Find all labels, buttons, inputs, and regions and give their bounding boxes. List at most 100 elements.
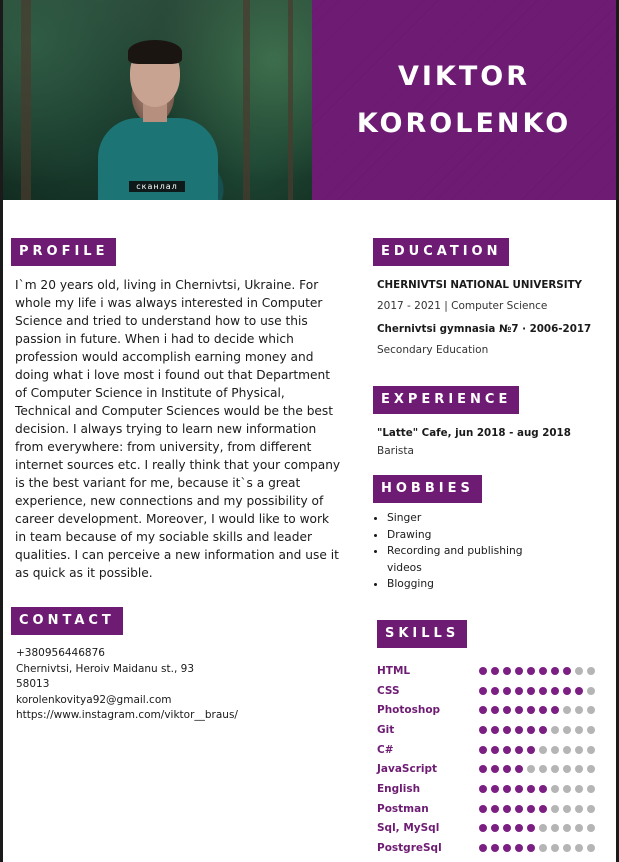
skill-dot-filled <box>539 725 547 734</box>
skill-dot-filled <box>539 706 547 715</box>
skill-dot-empty <box>563 745 571 754</box>
skill-dot-filled <box>551 706 559 715</box>
skill-dot-empty <box>563 706 571 715</box>
skill-name: Sql, MySql <box>377 822 440 835</box>
skill-dot-filled <box>527 745 535 754</box>
name-panel: VIKTOR KOROLENKO <box>312 0 616 200</box>
skill-dot-empty <box>551 824 559 833</box>
skill-name: Photoshop <box>377 704 441 717</box>
skill-dot-empty <box>551 844 559 853</box>
skill-dot-empty <box>551 784 559 793</box>
skill-dot-empty <box>575 804 583 813</box>
skill-dot-filled <box>491 824 499 833</box>
skill-name: English <box>377 782 421 795</box>
skill-dot-filled <box>575 686 583 695</box>
skill-name: C# <box>377 743 394 756</box>
skill-row: JavaScript <box>377 759 609 779</box>
skill-dot-empty <box>575 784 583 793</box>
skill-dot-empty <box>587 784 595 793</box>
skill-dot-filled <box>503 844 511 853</box>
skill-dot-empty <box>527 765 535 774</box>
education-institution: CHERNIVTSI NATIONAL UNIVERSITY <box>377 279 583 291</box>
skill-dot-empty <box>551 745 559 754</box>
skill-dot-filled <box>479 725 487 734</box>
skill-dot-empty <box>539 824 547 833</box>
skill-dot-filled <box>479 706 487 715</box>
contact-zip: 58013 <box>16 678 50 690</box>
skill-dot-empty <box>587 725 595 734</box>
skills-heading: SKILLS <box>377 620 468 648</box>
skill-level-dots <box>479 666 595 675</box>
skill-dot-filled <box>539 686 547 695</box>
skill-name: PostgreSql <box>377 842 442 855</box>
skill-dot-empty <box>575 706 583 715</box>
skill-dot-filled <box>491 844 499 853</box>
experience-list: "Latte" Cafe, jun 2018 - aug 2018 Barist… <box>377 426 607 459</box>
skill-dot-empty <box>587 824 595 833</box>
skill-dot-empty <box>587 844 595 853</box>
skill-dot-filled <box>491 706 499 715</box>
skill-row: HTML <box>377 661 609 681</box>
skill-dot-empty <box>575 725 583 734</box>
skill-level-dots <box>479 844 595 853</box>
skill-name: HTML <box>377 664 411 677</box>
skill-dot-filled <box>479 686 487 695</box>
skill-dot-empty <box>587 804 595 813</box>
skill-dot-empty <box>551 725 559 734</box>
skill-dot-filled <box>491 725 499 734</box>
skill-dot-empty <box>575 824 583 833</box>
skill-dot-filled <box>527 784 535 793</box>
skill-level-dots <box>479 804 595 813</box>
skill-dot-filled <box>563 686 571 695</box>
skill-dot-filled <box>527 725 535 734</box>
skills-list: HTML CSS Photoshop Git C# JavaScript Eng… <box>377 661 609 858</box>
skill-dot-empty <box>575 844 583 853</box>
skill-dot-empty <box>587 686 595 695</box>
skill-dot-filled <box>479 784 487 793</box>
photo-shirt-label: сканлал <box>129 181 185 192</box>
contact-email[interactable]: korolenkovitya92@gmail.com <box>16 693 238 709</box>
skill-dot-filled <box>503 706 511 715</box>
education-heading: EDUCATION <box>373 238 510 266</box>
hobby-item: Blogging <box>387 576 557 593</box>
skill-dot-filled <box>515 666 523 675</box>
skill-dot-empty <box>563 784 571 793</box>
skill-dot-empty <box>551 765 559 774</box>
skill-name: CSS <box>377 684 400 697</box>
skill-dot-empty <box>587 745 595 754</box>
skill-dot-empty <box>587 666 595 675</box>
skill-dot-empty <box>539 844 547 853</box>
hobby-item: Singer <box>387 510 557 527</box>
skill-level-dots <box>479 745 595 754</box>
photo-tree-trunk <box>288 0 293 200</box>
skill-dot-filled <box>527 706 535 715</box>
last-name: KOROLENKO <box>356 108 572 139</box>
education-list: CHERNIVTSI NATIONAL UNIVERSITY 2017 - 20… <box>377 278 607 358</box>
skill-dot-filled <box>479 765 487 774</box>
skill-dot-filled <box>515 844 523 853</box>
skill-dot-empty <box>539 745 547 754</box>
skill-dot-empty <box>575 765 583 774</box>
photo-tree-trunk <box>21 0 31 200</box>
skill-level-dots <box>479 686 595 695</box>
skill-row: C# <box>377 740 609 760</box>
skill-dot-filled <box>491 804 499 813</box>
education-institution: Chernivtsi gymnasia №7 · 2006-2017 <box>377 323 592 335</box>
skill-dot-filled <box>551 686 559 695</box>
skill-dot-filled <box>503 765 511 774</box>
skill-name: JavaScript <box>377 763 438 776</box>
skill-row: Photoshop <box>377 700 609 720</box>
contact-instagram-link[interactable]: https://www.instagram.com/viktor__braus/ <box>16 708 238 724</box>
photo-tree-trunk <box>243 0 250 200</box>
skill-dot-filled <box>491 784 499 793</box>
skill-dot-filled <box>503 725 511 734</box>
skill-dot-filled <box>515 765 523 774</box>
skill-dot-filled <box>503 804 511 813</box>
experience-title: "Latte" Cafe, jun 2018 - aug 2018 <box>377 427 571 439</box>
skill-dot-empty <box>563 824 571 833</box>
skill-dot-empty <box>563 765 571 774</box>
contact-address: Chernivtsi, Heroiv Maidanu st., 93 <box>16 662 194 675</box>
skill-dot-empty <box>575 666 583 675</box>
skill-dot-filled <box>515 804 523 813</box>
education-detail: Secondary Education <box>377 344 489 356</box>
